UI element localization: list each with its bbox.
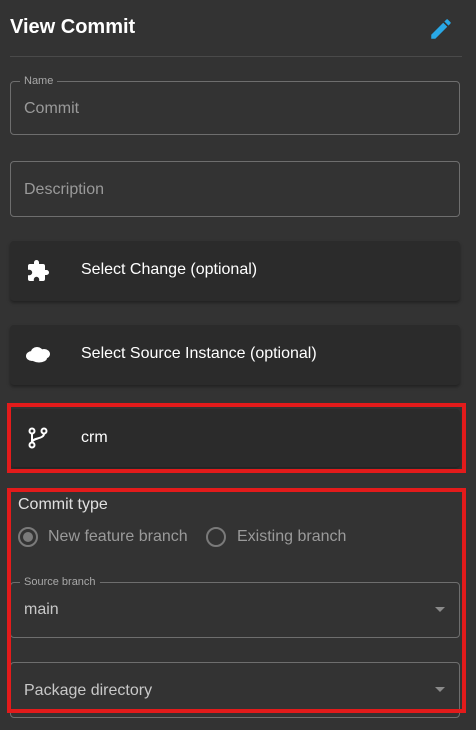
pencil-icon: [431, 19, 451, 39]
name-field[interactable]: Name Commit: [10, 74, 460, 135]
select-source-instance-button[interactable]: Select Source Instance (optional): [10, 325, 460, 385]
name-field-value: Commit: [24, 100, 80, 117]
edit-button[interactable]: [428, 16, 454, 42]
highlight-box-commit-type: [7, 488, 466, 713]
name-field-label: Name: [20, 74, 58, 88]
cloud-icon: [26, 347, 50, 363]
puzzle-icon: [28, 260, 49, 281]
page-title: View Commit: [10, 16, 136, 38]
description-placeholder: Description: [24, 181, 105, 198]
highlight-box-repository: [7, 403, 466, 473]
dialog-header: View Commit: [0, 0, 476, 56]
select-change-label: Select Change (optional): [81, 261, 258, 278]
description-field[interactable]: Description: [10, 161, 460, 217]
header-divider: [10, 56, 462, 57]
select-source-instance-label: Select Source Instance (optional): [81, 345, 317, 362]
select-change-button[interactable]: Select Change (optional): [10, 241, 460, 301]
